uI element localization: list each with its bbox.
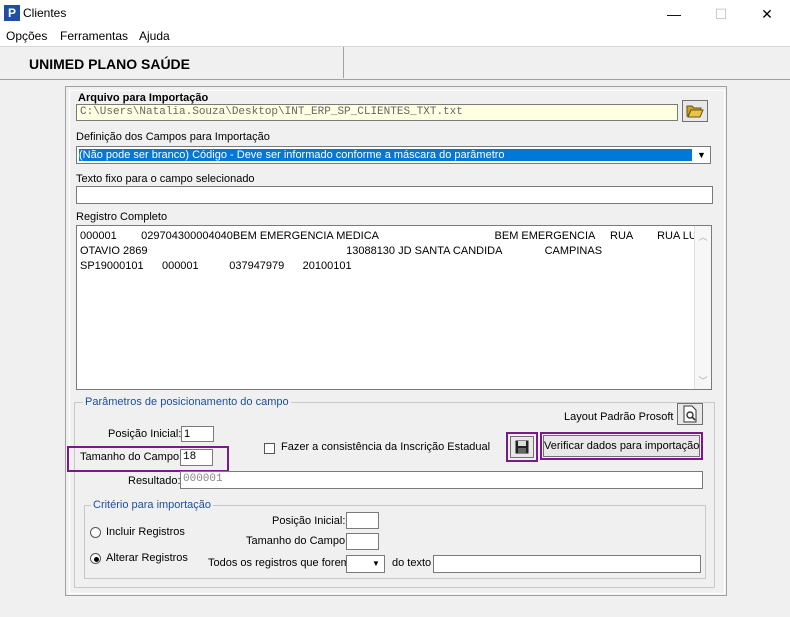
window-title: Clientes [23,6,67,20]
criterio-title: Critério para importação [91,499,213,511]
menu-ferramentas[interactable]: Ferramentas [60,29,128,43]
folder-open-icon [686,105,704,118]
layout-padrao-label: Layout Padrão Prosoft [564,411,674,423]
save-button[interactable] [510,436,534,458]
document-search-icon [683,405,697,423]
tamanho-campo-label: Tamanho do Campo: [80,451,183,463]
maximize-button[interactable]: ☐ [698,0,744,28]
do-texto-input[interactable] [433,555,701,573]
posicao-inicial-label: Posição Inicial: [108,428,182,440]
minimize-button[interactable]: — [651,0,697,28]
menu-opcoes[interactable]: Opções [6,29,47,43]
registro-label: Registro Completo [76,211,168,223]
scroll-up-icon[interactable]: ︿ [695,230,711,243]
todos-registros-label: Todos os registros que forem [208,557,350,569]
alterar-label: Alterar Registros [106,552,188,564]
registro-line-3: SP19000101 000001 037947979 20100101 [80,260,352,272]
floppy-disk-icon [515,440,529,454]
texto-fixo-input[interactable] [76,186,713,204]
resultado-label: Resultado: [128,475,181,487]
radio-selected-dot [94,557,99,562]
criterio-posicao-label: Posição Inicial: [272,515,346,527]
operator-chevron-down-icon: ▼ [372,559,380,568]
operator-select[interactable]: ▼ [346,555,385,573]
chevron-down-icon: ▼ [694,148,709,162]
registro-scrollbar[interactable]: ︿ ﹀ [694,226,711,389]
alterar-radio[interactable] [90,553,101,564]
layout-padrao-button[interactable] [677,403,703,425]
posicao-inicial-input[interactable]: 1 [181,426,214,442]
tamanho-campo-input[interactable]: 18 [180,449,213,466]
incluir-label: Incluir Registros [106,526,185,538]
definicao-label: Definição dos Campos para Importação [76,131,270,143]
close-button[interactable]: ✕ [744,0,790,28]
arquivo-label: Arquivo para Importação [78,92,209,104]
criterio-tamanho-label: Tamanho do Campo: [246,535,349,547]
verificar-dados-button[interactable]: Verificar dados para importação [543,435,700,457]
do-texto-label: do texto [392,557,432,569]
criterio-tamanho-input[interactable] [346,533,379,550]
registro-line-1: 000001 029704300004040BEM EMERGENCIA MED… [80,230,707,242]
resultado-field: 000001 [180,471,703,489]
definicao-selected-value: (Não pode ser branco) Código - Deve ser … [79,149,692,161]
consistencia-checkbox[interactable] [264,443,275,454]
scroll-down-icon[interactable]: ﹀ [695,374,711,387]
criterio-posicao-input[interactable] [346,512,379,529]
consistencia-label: Fazer a consistência da Inscrição Estadu… [281,441,491,453]
registro-line-2: OTAVIO 2869 13088130 JD SANTA CANDIDA CA… [80,245,603,257]
arquivo-path-field[interactable]: C:\Users\Natalia.Souza\Desktop\INT_ERP_S… [76,104,678,121]
parametros-title: Parâmetros de posicionamento do campo [83,396,291,408]
registro-textarea[interactable]: 000001 029704300004040BEM EMERGENCIA MED… [76,225,712,390]
header-divider [343,47,344,78]
texto-fixo-label: Texto fixo para o campo selecionado [76,173,255,185]
definicao-select[interactable]: (Não pode ser branco) Código - Deve ser … [76,146,711,164]
open-folder-button[interactable] [682,100,708,122]
menu-ajuda[interactable]: Ajuda [139,29,170,43]
company-name: UNIMED PLANO SAÚDE [29,56,191,72]
app-icon: P [4,5,20,21]
incluir-radio[interactable] [90,527,101,538]
